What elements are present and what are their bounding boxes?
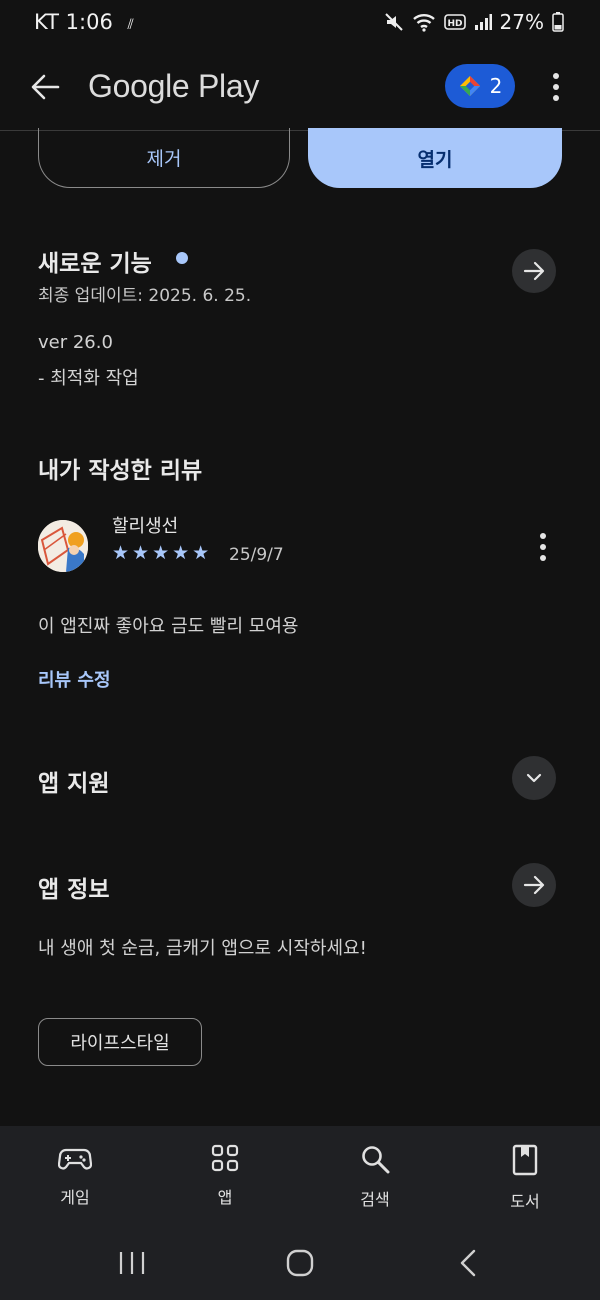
network-activity-icon: ⫽ [127, 17, 134, 33]
app-bar: Google Play 2 [0, 48, 600, 131]
app-info-arrow-button[interactable] [512, 863, 556, 907]
play-points-icon [459, 76, 480, 96]
status-icons: HD 27% [384, 10, 564, 34]
chevron-down-icon [526, 773, 542, 783]
app-info-title: 앱 정보 [38, 877, 110, 903]
back-arrow-icon[interactable] [28, 70, 62, 104]
search-icon [362, 1146, 390, 1174]
arrow-right-icon [523, 261, 545, 281]
battery-percent: 27% [499, 10, 544, 34]
mute-icon [384, 13, 403, 31]
my-review-title: 내가 작성한 리뷰 [38, 458, 203, 484]
new-indicator-dot [176, 252, 188, 264]
wifi-icon [412, 14, 435, 32]
open-button[interactable]: 열기 [308, 128, 562, 188]
category-chip[interactable]: 라이프스타일 [38, 1018, 202, 1066]
avatar [38, 520, 88, 572]
book-icon [512, 1144, 538, 1176]
nav-apps[interactable]: 앱 [165, 1144, 285, 1208]
nav-search[interactable]: 검색 [315, 1144, 435, 1210]
recent-apps-icon[interactable] [118, 1250, 146, 1276]
nav-apps-label: 앱 [217, 1188, 233, 1207]
more-options-icon[interactable] [542, 70, 570, 104]
nav-books-label: 도서 [510, 1192, 540, 1211]
badge-count: 2 [489, 74, 503, 98]
app-support-title: 앱 지원 [38, 771, 110, 797]
review-date: 25/9/7 [229, 545, 284, 565]
svg-text:HD: HD [447, 19, 462, 29]
nav-books[interactable]: 도서 [465, 1144, 585, 1212]
status-bar: KT 1:06 ⫽ HD 27% [0, 0, 600, 48]
signal-icon [474, 14, 492, 30]
home-button-icon[interactable] [285, 1248, 315, 1278]
nav-games-label: 게임 [60, 1188, 90, 1207]
nav-games[interactable]: 게임 [15, 1144, 135, 1208]
app-support-expand-button[interactable] [512, 756, 556, 800]
arrow-right-icon [523, 875, 545, 895]
app-title: Google Play [88, 68, 260, 104]
app-description: 내 생애 첫 순금, 금캐기 앱으로 시작하세요! [38, 938, 367, 959]
remove-button[interactable]: 제거 [38, 128, 290, 188]
nav-search-label: 검색 [360, 1190, 390, 1209]
last-updated: 최종 업데이트: 2025. 6. 25. [38, 286, 252, 306]
carrier-time: KT 1:06 ⫽ [34, 10, 134, 34]
update-note: - 최적화 작업 [38, 368, 139, 389]
edit-review-link[interactable]: 리뷰 수정 [38, 666, 111, 692]
play-points-badge[interactable]: 2 [445, 64, 515, 108]
rating-stars: ★★★★★ [112, 542, 213, 564]
review-author: 할리생선 [112, 516, 179, 537]
review-more-icon[interactable] [532, 530, 554, 564]
hd-voice-icon: HD [443, 14, 466, 30]
gamepad-icon [58, 1148, 92, 1170]
bottom-navigation: 게임 앱 검색 도서 [0, 1126, 600, 1300]
battery-icon [552, 12, 564, 32]
apps-grid-icon [211, 1144, 239, 1172]
whats-new-arrow-button[interactable] [512, 249, 556, 293]
review-text: 이 앱진짜 좋아요 금도 빨리 모여용 [38, 616, 299, 637]
system-back-icon[interactable] [458, 1248, 478, 1278]
whats-new-title: 새로운 기능 [38, 251, 152, 277]
avatar-image [38, 520, 88, 572]
status-time: KT 1:06 [34, 10, 113, 34]
version-text: ver 26.0 [38, 332, 113, 353]
